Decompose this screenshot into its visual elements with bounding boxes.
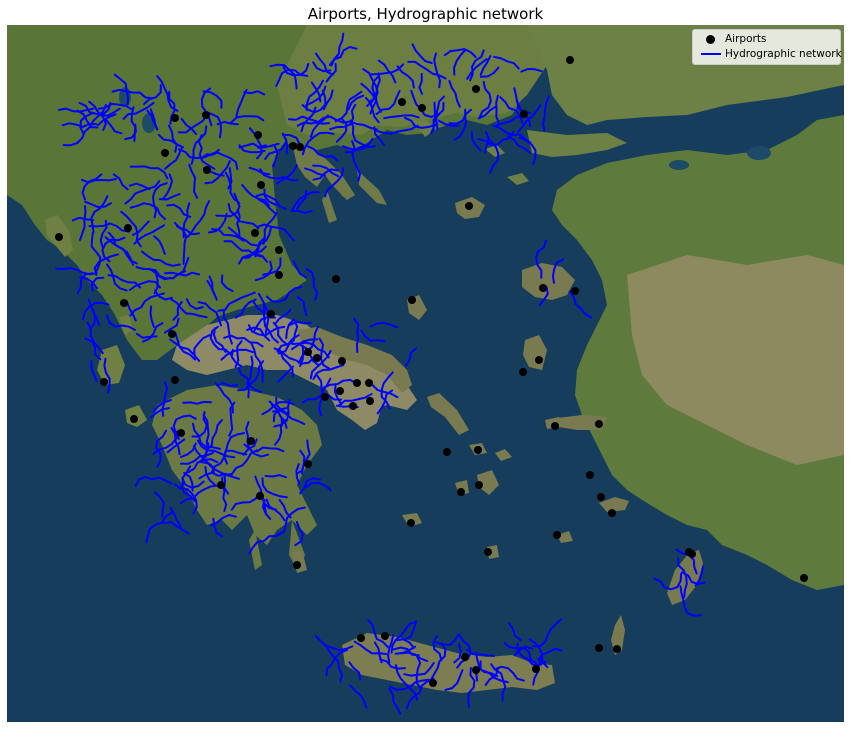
river-line-icon xyxy=(701,53,721,55)
airport-marker[interactable] xyxy=(304,460,312,468)
airport-marker[interactable] xyxy=(688,550,696,558)
airport-marker[interactable] xyxy=(332,275,340,283)
airport-marker[interactable] xyxy=(595,420,603,428)
airport-marker[interactable] xyxy=(257,181,265,189)
airport-marker[interactable] xyxy=(275,271,283,279)
airport-marker[interactable] xyxy=(597,493,605,501)
airport-marker[interactable] xyxy=(407,519,415,527)
airport-marker[interactable] xyxy=(304,348,312,356)
airport-marker[interactable] xyxy=(800,574,808,582)
airport-marker[interactable] xyxy=(256,492,264,500)
airport-marker[interactable] xyxy=(613,645,621,653)
airport-marker[interactable] xyxy=(171,114,179,122)
airport-marker[interactable] xyxy=(353,379,361,387)
legend-item-hydrographic-network: Hydrographic network xyxy=(701,47,842,61)
airport-marker[interactable] xyxy=(398,98,406,106)
airport-marker[interactable] xyxy=(202,111,210,119)
airport-marker[interactable] xyxy=(595,644,603,652)
airport-marker[interactable] xyxy=(429,679,437,687)
airport-marker[interactable] xyxy=(313,354,321,362)
airport-marker[interactable] xyxy=(293,561,301,569)
airport-marker[interactable] xyxy=(267,310,275,318)
airport-marker[interactable] xyxy=(408,296,416,304)
lake xyxy=(747,146,771,160)
airport-marker[interactable] xyxy=(586,471,594,479)
airport-marker[interactable] xyxy=(418,104,426,112)
airport-marker[interactable] xyxy=(357,634,365,642)
airport-marker[interactable] xyxy=(321,393,329,401)
airport-marker[interactable] xyxy=(539,284,547,292)
lake xyxy=(669,160,689,170)
airport-marker[interactable] xyxy=(161,149,169,157)
airport-marker[interactable] xyxy=(289,142,297,150)
airport-marker[interactable] xyxy=(532,665,540,673)
airport-marker[interactable] xyxy=(130,415,138,423)
airport-marker[interactable] xyxy=(553,531,561,539)
airport-marker[interactable] xyxy=(100,378,108,386)
airport-marker[interactable] xyxy=(124,224,132,232)
airport-marker[interactable] xyxy=(474,446,482,454)
airport-marker[interactable] xyxy=(519,368,527,376)
airport-marker[interactable] xyxy=(366,397,374,405)
airport-marker[interactable] xyxy=(247,437,255,445)
legend-item-airports: Airports xyxy=(701,32,766,46)
airport-marker[interactable] xyxy=(472,666,480,674)
airport-marker[interactable] xyxy=(296,143,304,151)
airport-marker[interactable] xyxy=(55,233,63,241)
airport-marker[interactable] xyxy=(465,202,473,210)
airport-marker[interactable] xyxy=(251,229,259,237)
airport-marker[interactable] xyxy=(475,481,483,489)
airport-marker[interactable] xyxy=(571,287,579,295)
airport-marker-icon xyxy=(706,34,715,44)
airport-marker[interactable] xyxy=(381,632,389,640)
airport-marker[interactable] xyxy=(365,379,373,387)
airport-marker[interactable] xyxy=(551,422,559,430)
airport-marker[interactable] xyxy=(177,429,185,437)
airport-marker[interactable] xyxy=(443,448,451,456)
airport-marker[interactable] xyxy=(168,330,176,338)
airport-marker[interactable] xyxy=(484,548,492,556)
map-title: Airports, Hydrographic network xyxy=(307,5,544,23)
airport-marker[interactable] xyxy=(457,488,465,496)
airport-marker[interactable] xyxy=(349,402,357,410)
airport-marker[interactable] xyxy=(535,356,543,364)
legend: Airports Hydrographic network xyxy=(692,29,842,65)
airport-marker[interactable] xyxy=(336,387,344,395)
airport-marker[interactable] xyxy=(254,131,262,139)
legend-label-airports: Airports xyxy=(725,33,767,45)
airport-marker[interactable] xyxy=(461,653,469,661)
airport-marker[interactable] xyxy=(520,110,528,118)
airport-marker[interactable] xyxy=(338,357,346,365)
airport-marker[interactable] xyxy=(171,376,179,384)
airport-marker[interactable] xyxy=(203,166,211,174)
airport-marker[interactable] xyxy=(566,56,574,64)
airport-marker[interactable] xyxy=(472,85,480,93)
airport-marker[interactable] xyxy=(120,299,128,307)
legend-label-hydrographic-network: Hydrographic network xyxy=(725,48,842,60)
airport-marker[interactable] xyxy=(275,246,283,254)
airport-marker[interactable] xyxy=(217,481,225,489)
airport-marker[interactable] xyxy=(608,509,616,517)
map-canvas[interactable] xyxy=(7,25,844,722)
